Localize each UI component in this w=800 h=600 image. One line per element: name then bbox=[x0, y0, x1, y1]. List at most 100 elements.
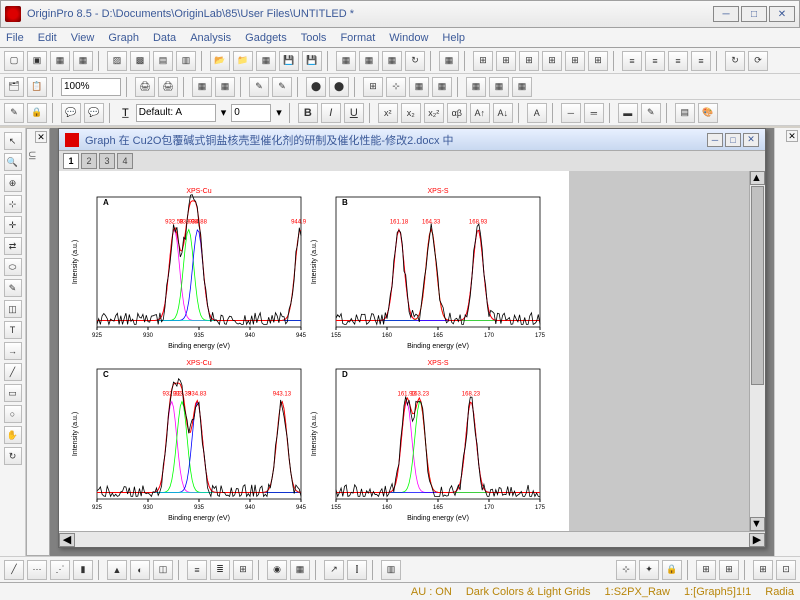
layer-tab-3[interactable]: 3 bbox=[99, 153, 115, 169]
print-preview-icon[interactable]: 🖨 bbox=[158, 77, 178, 97]
supersub-icon[interactable]: x₂² bbox=[424, 103, 444, 123]
layer-tab-2[interactable]: 2 bbox=[81, 153, 97, 169]
theme-icon[interactable]: ▦ bbox=[512, 77, 532, 97]
new-excel-icon[interactable]: ▦ bbox=[73, 51, 93, 71]
line-plot-icon[interactable]: ╱ bbox=[4, 560, 24, 580]
menu-help[interactable]: Help bbox=[442, 32, 465, 44]
window-tile-icon[interactable]: ⊞ bbox=[753, 560, 773, 580]
menu-gadgets[interactable]: Gadgets bbox=[245, 32, 287, 44]
axis-icon[interactable]: ⊹ bbox=[386, 77, 406, 97]
line-style-icon[interactable]: ─ bbox=[561, 103, 581, 123]
recalc-icon[interactable]: ⟳ bbox=[748, 51, 768, 71]
pan-zoom-icon[interactable]: ⊕ bbox=[4, 174, 22, 192]
template-lib-icon[interactable]: ▥ bbox=[381, 560, 401, 580]
menu-file[interactable]: File bbox=[6, 32, 24, 44]
grid-icon[interactable]: ⊞ bbox=[696, 560, 716, 580]
zoom-range-icon[interactable]: ⊞ bbox=[496, 51, 516, 71]
pattern-icon[interactable]: ▤ bbox=[675, 103, 695, 123]
new-notes-icon[interactable]: ▥ bbox=[176, 51, 196, 71]
import-multi-icon[interactable]: ▦ bbox=[382, 51, 402, 71]
fontsize-select[interactable] bbox=[231, 104, 271, 122]
region-mask-icon[interactable]: ⬭ bbox=[4, 258, 22, 276]
text-tool-icon[interactable]: T bbox=[4, 321, 22, 339]
project-explorer-icon[interactable]: 🗂 bbox=[4, 77, 24, 97]
hand-tool-icon[interactable]: ✋ bbox=[4, 426, 22, 444]
rect-tool-icon[interactable]: ▭ bbox=[4, 384, 22, 402]
zoom-select[interactable] bbox=[61, 78, 121, 96]
menu-view[interactable]: View bbox=[71, 32, 95, 44]
copy-page-icon[interactable]: ▦ bbox=[215, 77, 235, 97]
reimport-icon[interactable]: ↻ bbox=[405, 51, 425, 71]
refresh-icon[interactable]: ↻ bbox=[725, 51, 745, 71]
font-select[interactable] bbox=[136, 104, 216, 122]
data-explorer-icon[interactable]: ⊹ bbox=[616, 560, 636, 580]
results-log-icon[interactable]: 📋 bbox=[27, 77, 47, 97]
image-plot-icon[interactable]: ▦ bbox=[290, 560, 310, 580]
underline-icon[interactable]: U bbox=[344, 103, 364, 123]
column-plot-icon[interactable]: ▮ bbox=[73, 560, 93, 580]
scrollbar-horizontal[interactable]: ◀▶ bbox=[59, 531, 765, 547]
data-reader-icon[interactable]: ⊹ bbox=[4, 195, 22, 213]
lock-recalc-icon[interactable]: 🔒 bbox=[662, 560, 682, 580]
align-top-icon[interactable]: ≡ bbox=[668, 51, 688, 71]
plot-setup-icon[interactable]: ▦ bbox=[409, 77, 429, 97]
stack-plot-icon[interactable]: ≡ bbox=[187, 560, 207, 580]
font-inc-icon[interactable]: A↑ bbox=[470, 103, 490, 123]
region-data-icon[interactable]: ◫ bbox=[4, 300, 22, 318]
layer-tab-1[interactable]: 1 bbox=[63, 153, 79, 169]
multi-panel-icon[interactable]: ⊞ bbox=[233, 560, 253, 580]
minimize-button[interactable]: ─ bbox=[713, 6, 739, 22]
bold-icon[interactable]: B bbox=[298, 103, 318, 123]
stock-plot-icon[interactable]: ⫿ bbox=[347, 560, 367, 580]
superscript-icon[interactable]: x² bbox=[378, 103, 398, 123]
open-excel-icon[interactable]: ▦ bbox=[256, 51, 276, 71]
area-plot-icon[interactable]: ▲ bbox=[107, 560, 127, 580]
slide-show-icon[interactable]: ▦ bbox=[192, 77, 212, 97]
new-layout-icon[interactable]: ▤ bbox=[153, 51, 173, 71]
graph-min-button[interactable]: ─ bbox=[707, 133, 723, 147]
new-folder-icon[interactable]: ▣ bbox=[27, 51, 47, 71]
new-graph-icon[interactable]: ▨ bbox=[107, 51, 127, 71]
line-width-icon[interactable]: ═ bbox=[584, 103, 604, 123]
close-button[interactable]: ✕ bbox=[769, 6, 795, 22]
subscript-icon[interactable]: x₂ bbox=[401, 103, 421, 123]
legend-icon[interactable]: ▦ bbox=[489, 77, 509, 97]
annotate-icon[interactable]: ✎ bbox=[4, 103, 24, 123]
new-project-icon[interactable]: ▢ bbox=[4, 51, 24, 71]
import-wizard-icon[interactable]: ▦ bbox=[336, 51, 356, 71]
batch-icon[interactable]: ▦ bbox=[439, 51, 459, 71]
duplicate-icon[interactable]: ⊞ bbox=[588, 51, 608, 71]
open-icon[interactable]: 📂 bbox=[210, 51, 230, 71]
rescale-icon[interactable]: ⊞ bbox=[473, 51, 493, 71]
merge-icon[interactable]: ⊞ bbox=[565, 51, 585, 71]
line-tool-icon[interactable]: ╱ bbox=[4, 363, 22, 381]
arrow-tool-icon[interactable]: → bbox=[4, 342, 22, 360]
3d-plot-icon[interactable]: ◫ bbox=[153, 560, 173, 580]
scrollbar-vertical[interactable]: ▲▼ bbox=[749, 171, 765, 531]
menu-format[interactable]: Format bbox=[340, 32, 375, 44]
mask-toggle-icon[interactable]: ✦ bbox=[639, 560, 659, 580]
panel-tab-label[interactable]: UI bbox=[27, 151, 37, 160]
plot-area[interactable]: 925930935940945Binding energy (eV)Intens… bbox=[59, 171, 569, 531]
multi-y-icon[interactable]: ≣ bbox=[210, 560, 230, 580]
extract-layer-icon[interactable]: ⊞ bbox=[542, 51, 562, 71]
dock-close-icon[interactable]: ✕ bbox=[786, 130, 798, 142]
import-ascii-icon[interactable]: ▦ bbox=[359, 51, 379, 71]
speech2-icon[interactable]: 💬 bbox=[84, 103, 104, 123]
add-plot-icon[interactable]: ▦ bbox=[432, 77, 452, 97]
mask-icon[interactable]: ⬤ bbox=[306, 77, 326, 97]
open-template-icon[interactable]: 📁 bbox=[233, 51, 253, 71]
fill-color-icon[interactable]: ▬ bbox=[618, 103, 638, 123]
save-icon[interactable]: 💾 bbox=[279, 51, 299, 71]
new-workbook-icon[interactable]: ▦ bbox=[50, 51, 70, 71]
palette-icon[interactable]: 🎨 bbox=[698, 103, 718, 123]
greek-icon[interactable]: αβ bbox=[447, 103, 467, 123]
tool-1-icon[interactable]: ✎ bbox=[249, 77, 269, 97]
window-cascade-icon[interactable]: ⊡ bbox=[776, 560, 796, 580]
mask-range-icon[interactable]: ⬤ bbox=[329, 77, 349, 97]
data-selector-icon[interactable]: ⇄ bbox=[4, 237, 22, 255]
colormap-icon[interactable]: ▦ bbox=[466, 77, 486, 97]
font-dec-icon[interactable]: A↓ bbox=[493, 103, 513, 123]
maximize-button[interactable]: □ bbox=[741, 6, 767, 22]
graph-max-button[interactable]: □ bbox=[725, 133, 741, 147]
